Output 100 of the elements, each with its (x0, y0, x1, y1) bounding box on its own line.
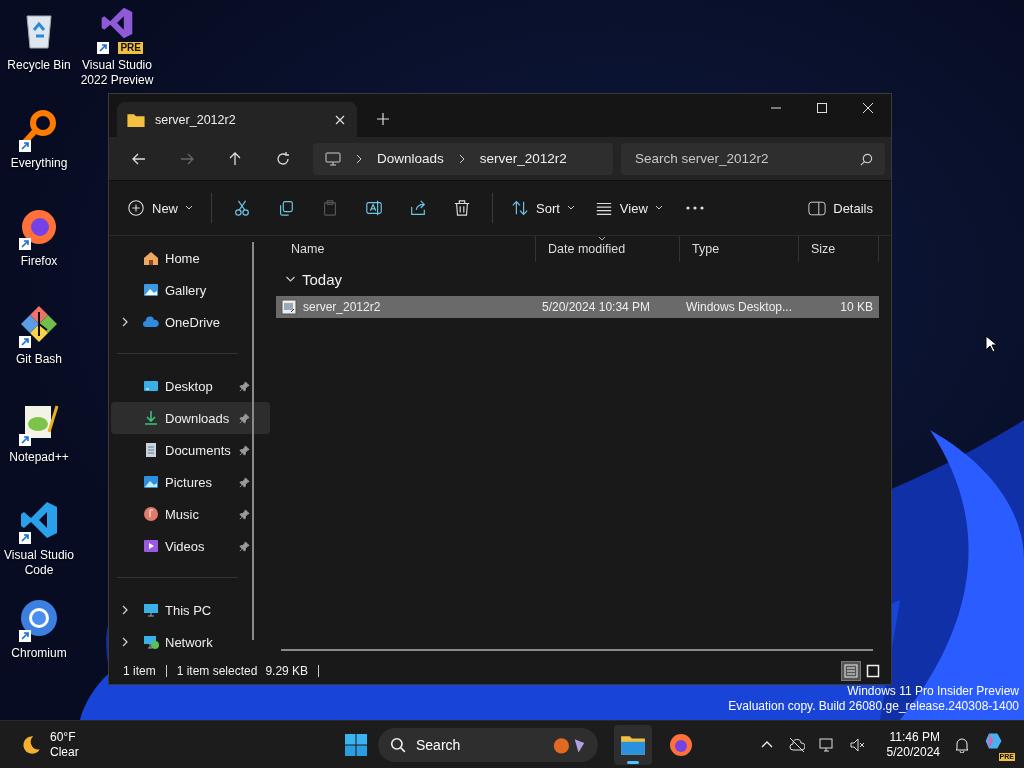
navigation-item[interactable]: Gallery (111, 274, 270, 306)
clock[interactable]: 11:46 PM 5/20/2024 (886, 729, 940, 760)
mouse-cursor-icon (985, 335, 997, 353)
column-header[interactable]: Name (279, 236, 536, 262)
weather-widget[interactable]: 60°F Clear (20, 729, 200, 760)
maximize-icon[interactable] (816, 102, 828, 114)
expand-chevron-icon[interactable] (121, 605, 129, 615)
desktop-icon (143, 378, 159, 394)
cloud-icon (143, 314, 159, 330)
chevron-right-icon (457, 153, 466, 164)
desktop-icon-label[interactable]: Visual Studio 2022 Preview (79, 58, 155, 88)
rename-icon (365, 199, 383, 217)
folder-taskbar-icon[interactable] (614, 724, 652, 765)
desktop-icon-label[interactable]: Git Bash (1, 352, 77, 367)
horizontal-scrollbar[interactable] (281, 649, 873, 651)
crescent-moon-icon (20, 733, 42, 756)
navigation-item[interactable]: Network (111, 626, 270, 658)
desktop-icon-label[interactable]: Firefox (1, 254, 77, 269)
navigation-item[interactable]: Videos (111, 530, 270, 562)
folder-tab[interactable]: server_2012r2 (117, 102, 357, 137)
view-button[interactable]: View (586, 191, 671, 225)
code-editor-icon[interactable] (19, 500, 59, 540)
music-icon (143, 506, 159, 522)
group-header[interactable]: Today (279, 262, 879, 296)
selection-info: 1 item selected (176, 664, 258, 678)
pin-icon (239, 380, 250, 392)
evaluation-notice: Evaluation copy. Build 26080.ge_release.240308-1400 (728, 699, 1019, 714)
list-icon (844, 664, 858, 678)
clipboard-icon (321, 199, 339, 217)
new-button[interactable]: New (119, 191, 201, 225)
desktop-icon-label[interactable]: Chromium (1, 646, 77, 661)
monitor-icon[interactable] (818, 736, 835, 753)
square-icon (866, 664, 880, 678)
pin-icon (239, 412, 250, 424)
search-icon[interactable] (860, 152, 873, 166)
gallery-icon (143, 282, 159, 298)
trash-icon (453, 199, 471, 217)
details-button[interactable]: Details (800, 191, 881, 225)
remote-desktop-file-icon (281, 299, 297, 315)
expand-chevron-icon[interactable] (121, 637, 129, 647)
close-tab-icon[interactable] (335, 114, 345, 125)
pin-icon (239, 476, 250, 488)
refresh-icon (275, 150, 291, 167)
search-field[interactable]: Search server_2012r2 (621, 142, 885, 175)
infinity-logo-icon[interactable] (100, 6, 134, 40)
navigation-item[interactable]: Home (111, 242, 270, 274)
column-header[interactable]: Date modified (536, 236, 680, 262)
copy-icon (277, 199, 295, 217)
taskbar-search[interactable]: Search (378, 727, 598, 762)
side-panel-icon (808, 200, 827, 216)
pictures-icon (143, 474, 159, 490)
breadcrumb-item[interactable]: server_2012r2 (479, 151, 567, 166)
expand-chevron-icon[interactable] (121, 317, 129, 327)
desktop-icon-label[interactable]: Everything (1, 156, 77, 171)
navigation-item[interactable]: This PC (111, 594, 270, 626)
start-button[interactable] (344, 732, 368, 757)
monitor-icon (325, 150, 341, 167)
column-header[interactable]: Type (680, 236, 799, 262)
search-icon (390, 736, 406, 753)
videos-icon (143, 538, 159, 554)
scissors-icon (233, 199, 251, 217)
selection-size: 9.29 KB (265, 664, 309, 678)
tab-title: server_2012r2 (155, 112, 237, 127)
temperature: 60°F (50, 729, 77, 745)
sort-button[interactable]: Sort (503, 191, 583, 225)
more-icon (685, 206, 704, 210)
browser-circle-icon[interactable] (19, 598, 59, 638)
new-tab-icon[interactable] (377, 113, 389, 125)
file-type: Windows Desktop... (686, 300, 793, 314)
file-size: 10 KB (840, 300, 873, 314)
cloud-off-icon[interactable] (788, 736, 805, 753)
file-name: server_2012r2 (303, 300, 381, 314)
navigation-item[interactable]: Desktop (111, 370, 270, 402)
close-icon[interactable] (862, 102, 874, 114)
speaker-muted-icon[interactable] (848, 736, 865, 753)
navigation-item[interactable]: Documents (111, 434, 270, 466)
notification-bell-icon[interactable] (954, 736, 970, 753)
navigation-item[interactable]: Music (111, 498, 270, 530)
address-bar[interactable]: Downloads server_2012r2 (313, 142, 613, 175)
desktop-icon-label[interactable]: Recycle Bin (1, 58, 77, 73)
file-row[interactable]: server_2012r2 5/20/2024 10:34 PM Windows Desktop... 10 KB (276, 296, 879, 318)
pin-icon (239, 444, 250, 456)
network-icon (143, 634, 159, 650)
plus-circle-icon (127, 199, 145, 217)
file-date: 5/20/2024 10:34 PM (542, 300, 651, 314)
column-header[interactable]: Size (799, 236, 879, 262)
downloads-icon (143, 410, 159, 426)
search-label: Search (416, 736, 462, 753)
diamond-tiles-icon[interactable] (19, 304, 59, 344)
folder-icon (127, 112, 145, 127)
navigation-item[interactable]: Downloads (111, 402, 270, 434)
breadcrumb-item[interactable]: Downloads (377, 151, 444, 166)
navigation-item[interactable]: OneDrive (111, 306, 270, 338)
pin-icon (239, 508, 250, 520)
navigation-item[interactable]: Pictures (111, 466, 270, 498)
sort-caret-icon (598, 236, 606, 241)
pin-icon (239, 540, 250, 552)
evaluation-notice: Windows 11 Pro Insider Preview (847, 684, 1019, 699)
desktop-icon-label[interactable]: Notepad++ (1, 450, 77, 465)
desktop-icon-label[interactable]: Visual Studio Code (1, 548, 77, 578)
